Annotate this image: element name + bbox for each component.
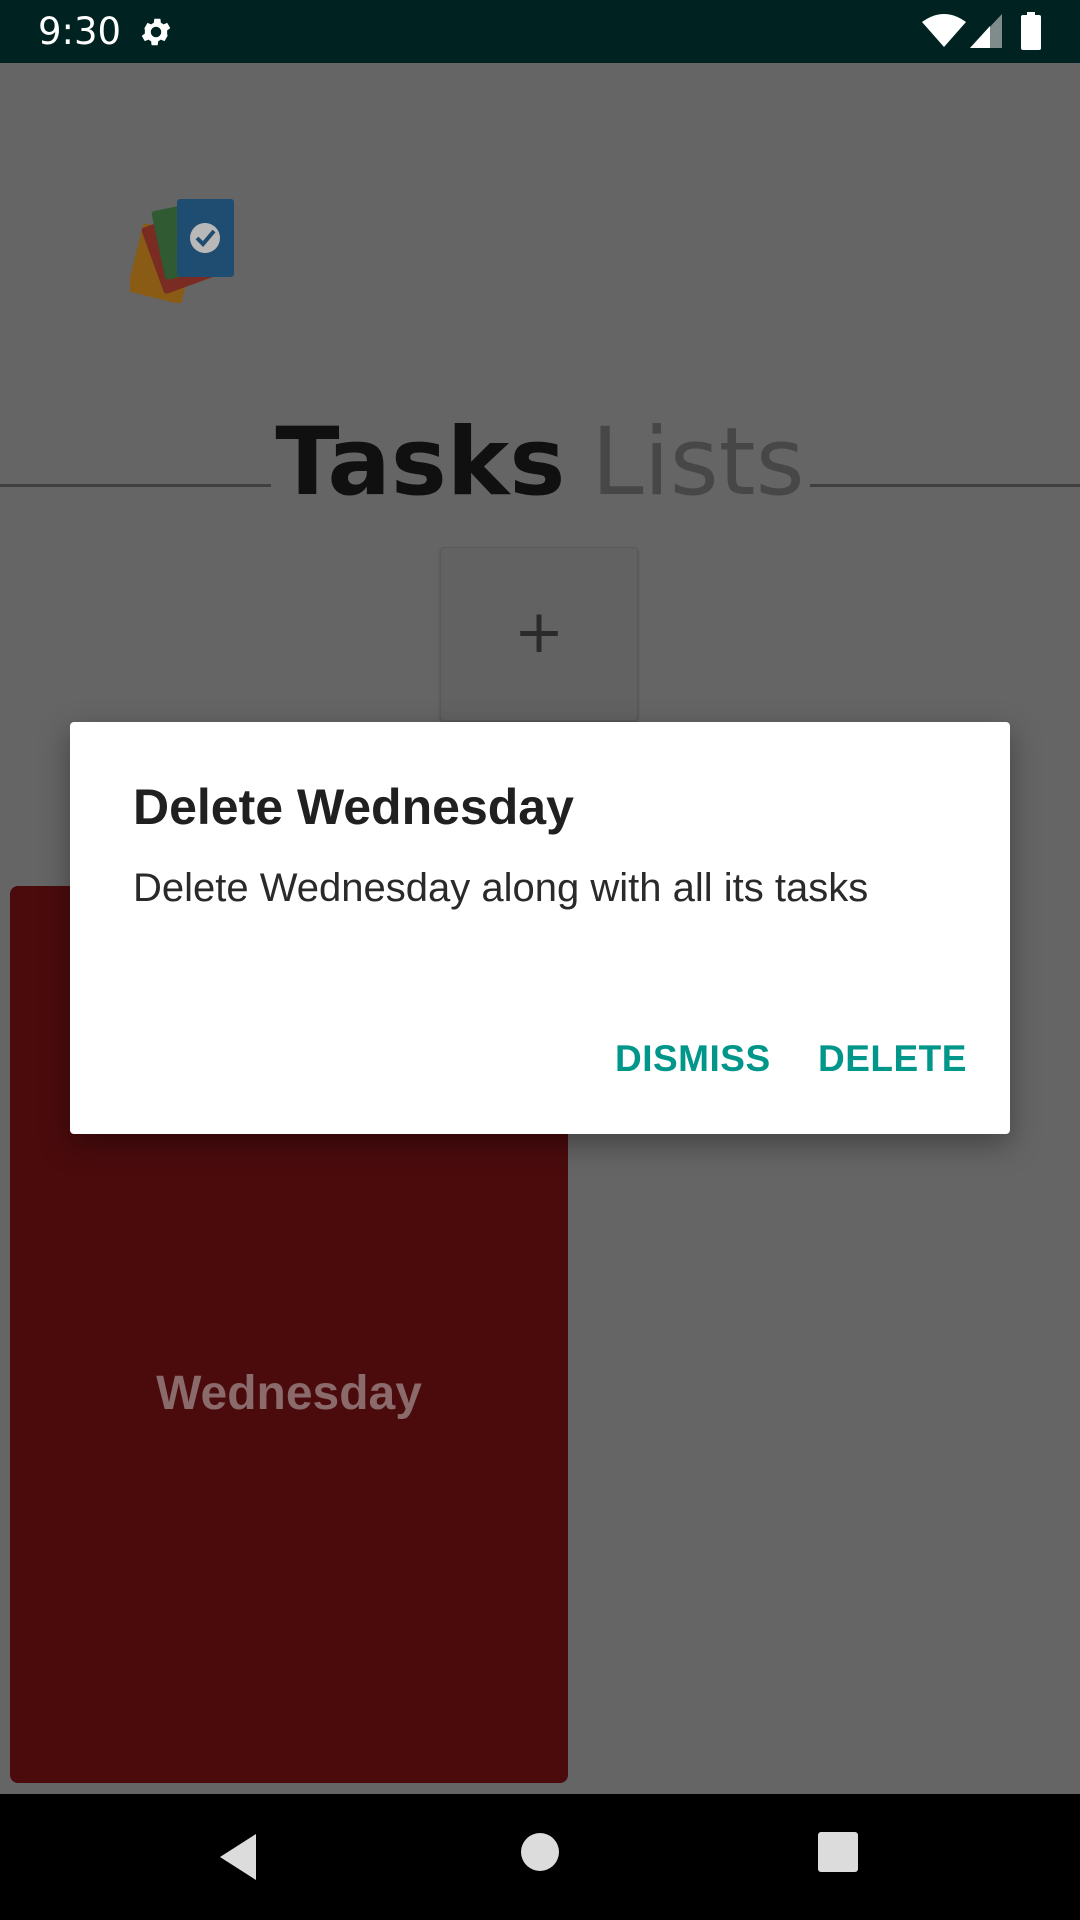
view-tabs: Tasks Lists (0, 403, 1080, 523)
dialog-message: Delete Wednesday along with all its task… (133, 866, 869, 910)
back-icon[interactable] (216, 1832, 260, 1882)
plus-icon: + (513, 597, 565, 667)
dismiss-button[interactable]: DISMISS (615, 1038, 771, 1080)
status-bar: 9:30 (0, 0, 1080, 63)
wifi-icon (922, 14, 966, 47)
battery-icon (1021, 12, 1041, 50)
list-card-label: Wednesday (156, 1367, 422, 1420)
signal-icon (970, 14, 1002, 48)
dialog-title: Delete Wednesday (133, 779, 574, 835)
delete-button[interactable]: DELETE (818, 1038, 967, 1080)
status-time: 9:30 (38, 10, 122, 53)
navigation-bar (0, 1794, 1080, 1920)
gear-icon (141, 18, 171, 46)
app-logo-icon (130, 199, 234, 303)
recents-icon[interactable] (818, 1832, 858, 1872)
tab-lists[interactable]: Lists (591, 408, 804, 517)
delete-dialog: Delete Wednesday Delete Wednesday along … (70, 722, 1010, 1134)
add-list-button[interactable]: + (440, 547, 638, 721)
home-icon[interactable] (520, 1832, 560, 1872)
tab-tasks[interactable]: Tasks (275, 408, 565, 517)
